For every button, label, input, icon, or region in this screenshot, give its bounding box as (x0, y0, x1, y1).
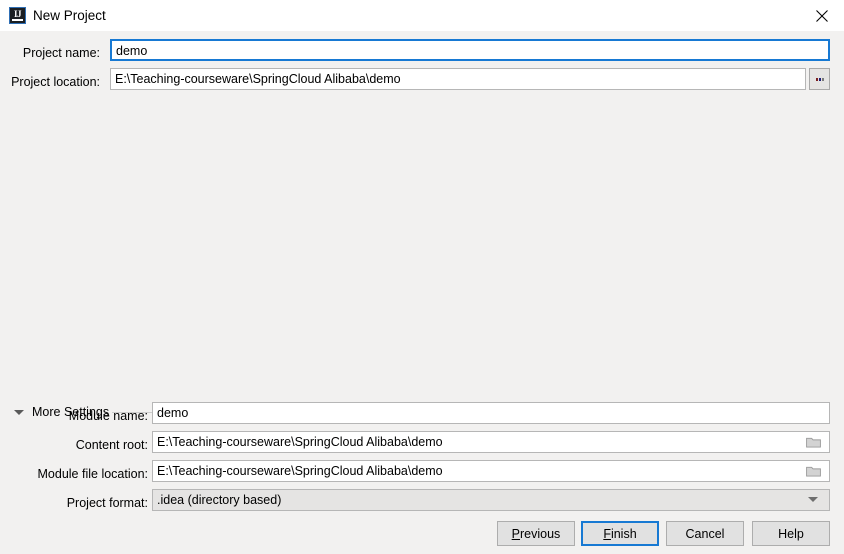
module-file-location-input[interactable]: E:\Teaching-courseware\SpringCloud Aliba… (152, 460, 830, 482)
app-icon-underline (12, 19, 23, 21)
project-format-select[interactable]: .idea (directory based) (152, 489, 830, 511)
window-title: New Project (33, 8, 106, 23)
cancel-button[interactable]: Cancel (666, 521, 744, 546)
project-name-input[interactable]: demo (110, 39, 830, 61)
project-location-browse-button[interactable] (809, 68, 830, 90)
project-format-label: Project format: (66, 496, 148, 510)
chevron-down-icon (808, 497, 818, 502)
project-location-label: Project location: (11, 75, 100, 89)
finish-button-label: Finish (603, 526, 637, 541)
project-name-label: Project name: (22, 46, 100, 60)
close-button[interactable] (799, 0, 844, 31)
ellipsis-icon (815, 77, 824, 81)
content-root-label: Content root: (75, 438, 148, 452)
module-name-label: Module name: (68, 409, 148, 423)
finish-button[interactable]: Finish (581, 521, 659, 546)
project-location-input[interactable]: E:\Teaching-courseware\SpringCloud Aliba… (110, 68, 806, 90)
content-root-input[interactable]: E:\Teaching-courseware\SpringCloud Aliba… (152, 431, 830, 453)
intellij-idea-icon: IJ (9, 7, 26, 24)
title-bar: IJ New Project (0, 0, 844, 31)
previous-button[interactable]: Previous (497, 521, 575, 546)
help-button[interactable]: Help (752, 521, 830, 546)
close-icon (815, 9, 828, 22)
module-name-input[interactable]: demo (152, 402, 830, 424)
previous-button-label: Previous (511, 526, 561, 541)
dialog-content: Project name: demo Project location: E:\… (0, 31, 844, 554)
app-icon-glyph: IJ (13, 9, 22, 19)
module-file-location-label: Module file location: (37, 467, 148, 481)
